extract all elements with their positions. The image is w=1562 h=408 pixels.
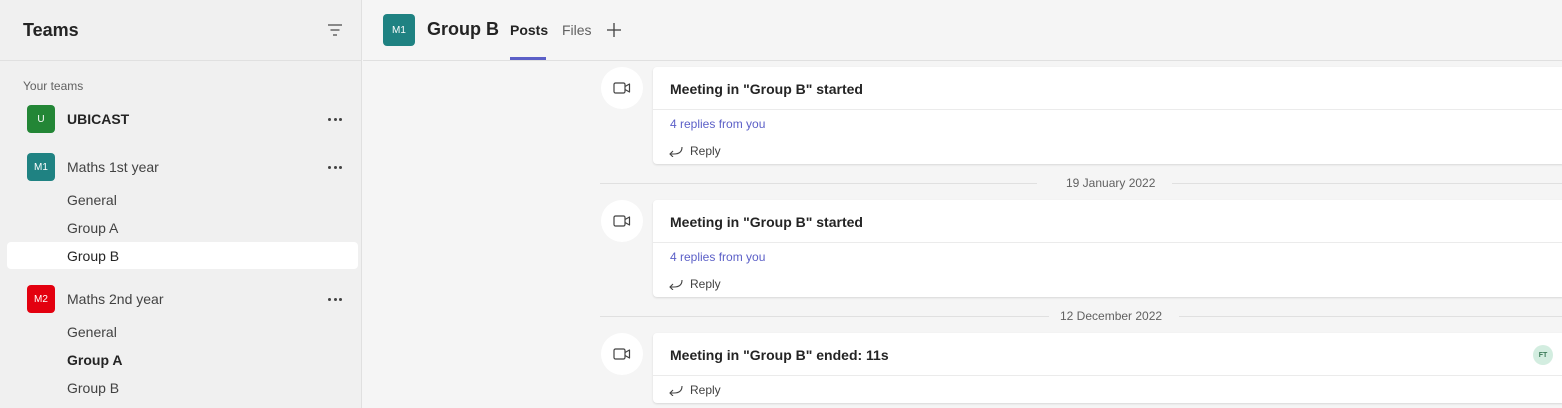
separator-line (600, 183, 1037, 184)
more-options-icon[interactable] (327, 156, 343, 176)
channel-title: Group B (427, 19, 499, 39)
replies-link[interactable]: 4 replies from you (670, 250, 765, 264)
channel-group-b[interactable]: Group B (7, 374, 358, 401)
video-camera-icon (613, 348, 631, 360)
channel-group-a-unread[interactable]: Group A (7, 346, 358, 373)
reply-arrow-icon (669, 385, 683, 396)
filter-icon[interactable] (326, 22, 344, 38)
post-title: Meeting in "Group B" started (670, 81, 863, 97)
date-separator: 12 December 2022 (600, 309, 1562, 323)
channel-general[interactable]: General (7, 186, 358, 213)
channel-label: Group B (67, 248, 120, 264)
sidebar-title: Teams (23, 20, 79, 40)
reply-label: Reply (690, 383, 721, 397)
meeting-icon-badge (601, 200, 643, 242)
post-card: Meeting in "Group B" started 4 replies f… (653, 67, 1562, 164)
separator-date: 19 January 2022 (1066, 176, 1156, 190)
separator-line (1179, 316, 1562, 317)
post-card: Meeting in "Group B" ended: 11s FT Reply (653, 333, 1562, 403)
channel-label: Group A (67, 220, 119, 236)
channel-label: Group B (67, 380, 120, 396)
team-maths-2nd-year[interactable]: M2 Maths 2nd year (7, 283, 358, 313)
team-name: UBICAST (67, 111, 130, 127)
channel-label: Group A (67, 352, 123, 368)
date-separator: 19 January 2022 (600, 176, 1562, 190)
video-camera-icon (613, 215, 631, 227)
channel-group-b-selected[interactable]: Group B (7, 242, 358, 269)
post-card: Meeting in "Group B" started 4 replies f… (653, 200, 1562, 297)
more-options-icon[interactable] (327, 108, 343, 128)
channel-label: General (67, 324, 117, 340)
participant-avatar[interactable]: FT (1533, 345, 1553, 365)
team-avatar: M1 (27, 153, 55, 181)
video-camera-icon (613, 82, 631, 94)
channel-group-a[interactable]: Group A (7, 214, 358, 241)
separator-line (1172, 183, 1562, 184)
reply-label: Reply (690, 144, 721, 158)
team-name: Maths 1st year (67, 159, 159, 175)
meeting-icon-badge (601, 67, 643, 109)
add-tab-icon[interactable] (605, 21, 623, 39)
channel-team-avatar: M1 (383, 14, 415, 46)
channel-main: M1 Group B Posts Files Meeting in "Group… (363, 0, 1562, 408)
reply-arrow-icon (669, 146, 683, 157)
card-divider (653, 375, 1562, 376)
teams-sidebar: Teams Your teams U UBICAST M1 Maths 1st … (0, 0, 362, 408)
separator-line (600, 316, 1049, 317)
meeting-icon-badge (601, 333, 643, 375)
replies-link[interactable]: 4 replies from you (670, 117, 765, 131)
reply-label: Reply (690, 277, 721, 291)
card-divider (653, 242, 1562, 243)
channel-label: General (67, 192, 117, 208)
your-teams-label: Your teams (23, 79, 84, 93)
team-name: Maths 2nd year (67, 291, 164, 307)
tab-files[interactable]: Files (562, 22, 592, 38)
team-ubicast[interactable]: U UBICAST (7, 103, 358, 133)
team-maths-1st-year[interactable]: M1 Maths 1st year (7, 151, 358, 181)
sidebar-header: Teams (0, 0, 361, 61)
channel-general[interactable]: General (7, 318, 358, 345)
channel-header: M1 Group B Posts Files (363, 0, 1562, 61)
team-avatar: U (27, 105, 55, 133)
post-title: Meeting in "Group B" ended: 11s (670, 347, 889, 363)
card-divider (653, 109, 1562, 110)
tab-posts[interactable]: Posts (510, 22, 548, 38)
more-options-icon[interactable] (327, 288, 343, 308)
separator-date: 12 December 2022 (1060, 309, 1163, 323)
post-title: Meeting in "Group B" started (670, 214, 863, 230)
team-avatar: M2 (27, 285, 55, 313)
reply-arrow-icon (669, 279, 683, 290)
active-tab-indicator (510, 57, 546, 60)
